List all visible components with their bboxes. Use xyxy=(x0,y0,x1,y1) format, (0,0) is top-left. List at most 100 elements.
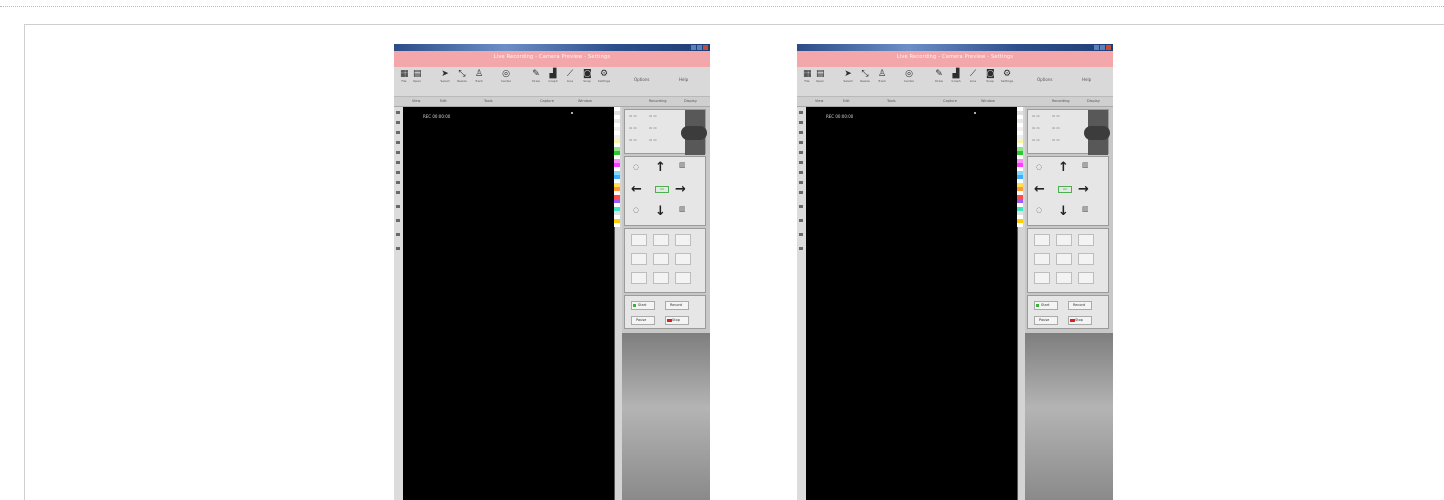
center-button[interactable]: ◎ Center xyxy=(499,70,513,84)
preset-button[interactable] xyxy=(631,234,647,246)
tool-icon[interactable] xyxy=(396,247,400,250)
tool-icon[interactable] xyxy=(396,181,400,184)
help-menu[interactable]: Help xyxy=(1082,77,1091,82)
select-button[interactable]: ➤ Select xyxy=(841,70,855,84)
file-button[interactable]: ▦ File xyxy=(397,70,411,84)
tool-icon[interactable] xyxy=(396,161,400,164)
tool-icon[interactable] xyxy=(799,219,803,222)
preset-button[interactable] xyxy=(1078,253,1094,265)
arrow-left-icon[interactable]: ← xyxy=(631,183,642,196)
draw-button[interactable]: ✎ Draw xyxy=(529,70,543,84)
record-button[interactable]: Record xyxy=(665,301,689,310)
preset-button[interactable] xyxy=(675,234,691,246)
bar-chart-icon[interactable]: ▥ xyxy=(679,161,686,169)
tool-icon[interactable] xyxy=(799,131,803,134)
camera-icon[interactable] xyxy=(681,126,707,140)
menu-display[interactable]: Display xyxy=(1087,99,1100,103)
preset-button[interactable] xyxy=(1056,234,1072,246)
video-canvas[interactable]: REC 00:00:00 xyxy=(806,107,1018,500)
zoom-in-icon[interactable]: ◌ xyxy=(633,163,639,171)
tool-icon[interactable] xyxy=(396,219,400,222)
tool-icon[interactable] xyxy=(799,161,803,164)
tool-icon[interactable] xyxy=(396,141,400,144)
close-icon[interactable] xyxy=(703,45,708,50)
resize-button[interactable]: ⤡ Resize xyxy=(455,70,469,84)
zoom-out-icon[interactable]: ◌ xyxy=(633,206,639,214)
tool-icon[interactable] xyxy=(396,191,400,194)
ok-button[interactable]: OK xyxy=(655,186,669,193)
tool-icon[interactable] xyxy=(396,151,400,154)
preset-button[interactable] xyxy=(1056,253,1072,265)
menu-tools[interactable]: Tools xyxy=(887,99,896,103)
minimize-icon[interactable] xyxy=(1094,45,1099,50)
arrow-down-icon[interactable]: ↓ xyxy=(1058,205,1069,218)
menu-display[interactable]: Display xyxy=(684,99,697,103)
snap-button[interactable]: ◙ Snap xyxy=(983,70,997,84)
preset-button[interactable] xyxy=(653,234,669,246)
preset-button[interactable] xyxy=(1034,234,1050,246)
stop-button[interactable]: Stop xyxy=(1068,316,1092,325)
open-button[interactable]: ▤ Open xyxy=(813,70,827,84)
preset-button[interactable] xyxy=(1034,253,1050,265)
preset-button[interactable] xyxy=(1078,272,1094,284)
preset-button[interactable] xyxy=(675,272,691,284)
preset-button[interactable] xyxy=(1078,234,1094,246)
bar-chart-icon[interactable]: ▥ xyxy=(1082,205,1089,213)
tool-icon[interactable] xyxy=(396,171,400,174)
tool-icon[interactable] xyxy=(799,151,803,154)
preset-button[interactable] xyxy=(631,272,647,284)
minimize-icon[interactable] xyxy=(691,45,696,50)
preset-button[interactable] xyxy=(1034,272,1050,284)
start-button[interactable]: Start xyxy=(631,301,655,310)
pause-button[interactable]: Pause xyxy=(1034,316,1058,325)
menu-recording[interactable]: Recording xyxy=(1052,99,1070,103)
settings-button[interactable]: ⚙ Settings xyxy=(597,70,611,84)
arrow-up-icon[interactable]: ↑ xyxy=(1058,161,1069,174)
pause-button[interactable]: Pause xyxy=(631,316,655,325)
options-menu[interactable]: Options xyxy=(634,77,649,82)
track-button[interactable]: ♙ Track xyxy=(875,70,889,84)
preset-button[interactable] xyxy=(653,272,669,284)
camera-icon[interactable] xyxy=(1084,126,1110,140)
maximize-icon[interactable] xyxy=(697,45,702,50)
tool-icon[interactable] xyxy=(799,171,803,174)
graph-button[interactable]: ▟ Graph xyxy=(546,70,560,84)
tool-icon[interactable] xyxy=(799,205,803,208)
menu-window[interactable]: Window xyxy=(578,99,592,103)
bar-chart-icon[interactable]: ▥ xyxy=(679,205,686,213)
zoom-in-icon[interactable]: ◌ xyxy=(1036,163,1042,171)
tool-icon[interactable] xyxy=(799,191,803,194)
ok-button[interactable]: OK xyxy=(1058,186,1072,193)
start-button[interactable]: Start xyxy=(1034,301,1058,310)
tool-icon[interactable] xyxy=(396,121,400,124)
maximize-icon[interactable] xyxy=(1100,45,1105,50)
color-swatch[interactable] xyxy=(1017,223,1023,227)
center-button[interactable]: ◎ Center xyxy=(902,70,916,84)
line-button[interactable]: ⟋ Line xyxy=(966,70,980,84)
arrow-up-icon[interactable]: ↑ xyxy=(655,161,666,174)
preset-button[interactable] xyxy=(675,253,691,265)
video-canvas[interactable]: REC 00:00:00 xyxy=(403,107,615,500)
tool-icon[interactable] xyxy=(799,121,803,124)
settings-button[interactable]: ⚙ Settings xyxy=(1000,70,1014,84)
menu-tools[interactable]: Tools xyxy=(484,99,493,103)
menu-edit[interactable]: Edit xyxy=(843,99,850,103)
help-menu[interactable]: Help xyxy=(679,77,688,82)
menu-view[interactable]: View xyxy=(815,99,823,103)
open-button[interactable]: ▤ Open xyxy=(410,70,424,84)
snap-button[interactable]: ◙ Snap xyxy=(580,70,594,84)
tool-icon[interactable] xyxy=(396,205,400,208)
resize-button[interactable]: ⤡ Resize xyxy=(858,70,872,84)
tool-icon[interactable] xyxy=(396,111,400,114)
menu-edit[interactable]: Edit xyxy=(440,99,447,103)
tool-icon[interactable] xyxy=(799,111,803,114)
track-button[interactable]: ♙ Track xyxy=(472,70,486,84)
menu-view[interactable]: View xyxy=(412,99,420,103)
menu-capture[interactable]: Capture xyxy=(540,99,554,103)
graph-button[interactable]: ▟ Graph xyxy=(949,70,963,84)
line-button[interactable]: ⟋ Line xyxy=(563,70,577,84)
tool-icon[interactable] xyxy=(799,247,803,250)
arrow-right-icon[interactable]: → xyxy=(675,183,686,196)
close-icon[interactable] xyxy=(1106,45,1111,50)
preset-button[interactable] xyxy=(1056,272,1072,284)
